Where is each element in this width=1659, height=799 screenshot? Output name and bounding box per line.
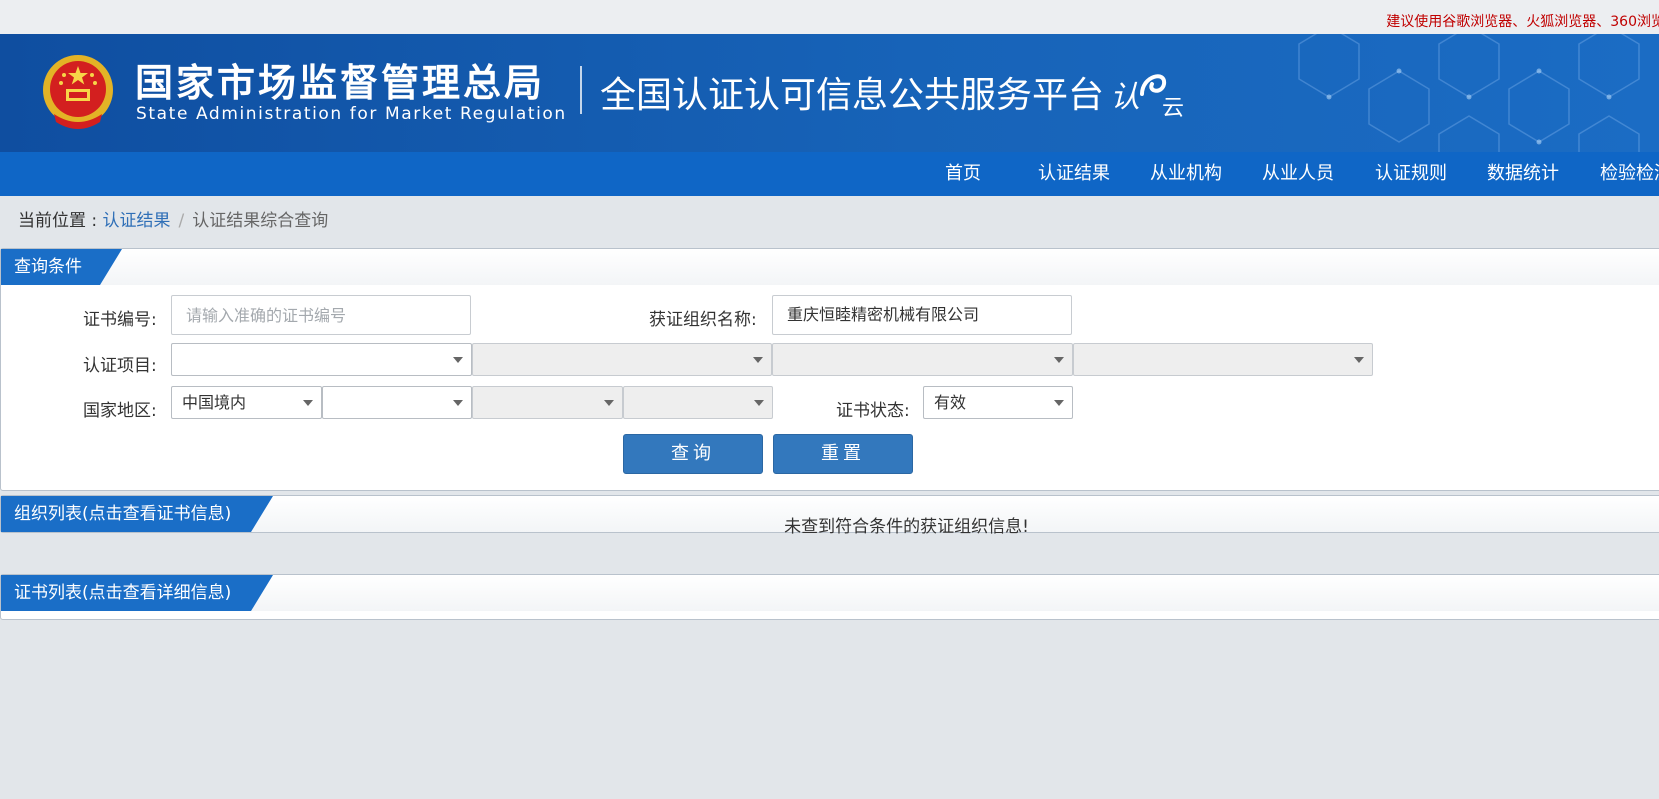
region-select-district[interactable] <box>623 386 773 419</box>
nav-item-cert-results[interactable]: 认证结果 <box>1038 152 1110 196</box>
breadcrumb-link-cert-results[interactable]: 认证结果 <box>103 211 171 231</box>
breadcrumb-separator: / <box>178 211 185 231</box>
project-label: 认证项目: <box>83 356 157 376</box>
cert-list-panel-title[interactable]: 证书列表(点击查看详细信息) <box>1 575 273 611</box>
main-nav: 首页 认证结果 从业机构 从业人员 认证规则 数据统计 检验检测 <box>0 152 1659 196</box>
query-panel: 查询条件 证书编号: 获证组织名称: 重庆恒睦精密机械有限公司 认证项目: 国家… <box>0 248 1659 491</box>
nav-item-inspection[interactable]: 检验检测 <box>1600 152 1659 196</box>
cert-no-label: 证书编号: <box>83 310 157 330</box>
region-label: 国家地区: <box>83 401 157 421</box>
org-empty-message: 未查到符合条件的获证组织信息! <box>784 517 1029 537</box>
breadcrumb-prefix: 当前位置 : <box>18 211 103 231</box>
region-select-country[interactable]: 中国境内 <box>171 386 322 419</box>
region-select-province[interactable] <box>322 386 472 419</box>
nav-item-personnel[interactable]: 从业人员 <box>1262 152 1334 196</box>
chevron-down-icon <box>1054 357 1064 363</box>
hexagon-pattern-icon <box>1298 34 1640 152</box>
region-select-country-value: 中国境内 <box>182 393 247 412</box>
project-select-3[interactable] <box>772 343 1073 376</box>
nav-item-home[interactable]: 首页 <box>945 152 981 196</box>
breadcrumb-current: 认证结果综合查询 <box>192 211 329 231</box>
project-select-4[interactable] <box>1073 343 1373 376</box>
agency-name-en: State Administration for Market Regulati… <box>136 104 567 124</box>
chevron-down-icon <box>753 357 763 363</box>
cert-list-panel: 证书列表(点击查看详细信息) <box>0 574 1659 620</box>
reset-button[interactable]: 重置 <box>773 434 913 474</box>
header-banner: 国家市场监督管理总局 State Administration for Mark… <box>0 34 1659 152</box>
browser-tip: 建议使用谷歌浏览器、火狐浏览器、360浏览器 <box>1386 14 1659 30</box>
search-button[interactable]: 查询 <box>623 434 763 474</box>
platform-title: 全国认证认可信息公共服务平台 <box>600 75 1105 116</box>
breadcrumb: 当前位置 : 认证结果 / 认证结果综合查询 <box>18 206 328 231</box>
cert-list-panel-header: 证书列表(点击查看详细信息) <box>1 575 1659 611</box>
status-select[interactable]: 有效 <box>923 386 1073 419</box>
query-panel-header: 查询条件 <box>1 249 1659 285</box>
chevron-down-icon <box>1354 357 1364 363</box>
chevron-down-icon <box>604 400 614 406</box>
chevron-down-icon <box>754 400 764 406</box>
chevron-down-icon <box>453 357 463 363</box>
agency-name-cn: 国家市场监督管理总局 <box>135 61 546 105</box>
project-select-2[interactable] <box>472 343 772 376</box>
org-name-input[interactable]: 重庆恒睦精密机械有限公司 <box>772 295 1072 335</box>
chevron-down-icon <box>453 400 463 406</box>
chevron-down-icon <box>303 400 313 406</box>
project-select-1[interactable] <box>171 343 472 376</box>
nav-item-cert-rules[interactable]: 认证规则 <box>1375 152 1447 196</box>
status-select-value: 有效 <box>934 393 967 412</box>
cert-no-input[interactable] <box>171 295 471 335</box>
nav-item-institutions[interactable]: 从业机构 <box>1150 152 1222 196</box>
status-label: 证书状态: <box>836 401 910 421</box>
region-select-city[interactable] <box>472 386 623 419</box>
nav-item-statistics[interactable]: 数据统计 <box>1487 152 1559 196</box>
top-strip: 建议使用谷歌浏览器、火狐浏览器、360浏览器 <box>0 0 1659 34</box>
org-name-label: 获证组织名称: <box>649 310 757 330</box>
national-emblem-icon <box>43 55 113 129</box>
header-divider <box>580 66 582 114</box>
logo-char-2: 云 <box>1162 96 1185 121</box>
chevron-down-icon <box>1054 400 1064 406</box>
query-panel-title: 查询条件 <box>1 249 122 285</box>
